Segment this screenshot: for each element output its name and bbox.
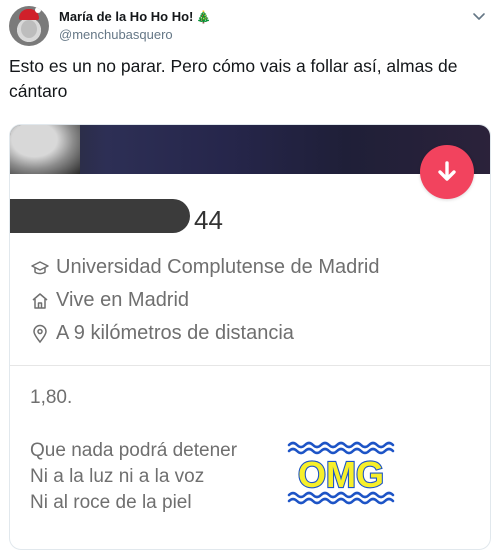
location-pin-icon — [33, 324, 47, 343]
profile-height: 1,80. — [30, 387, 73, 408]
photo-highlight — [10, 125, 80, 174]
bio-line: Ni a la luz ni a la voz — [30, 466, 205, 487]
sticker-text: OMG — [298, 454, 384, 495]
avatar[interactable] — [9, 6, 49, 46]
chevron-down-icon[interactable] — [471, 10, 487, 24]
info-row-university: Universidad Complutense de Madrid — [30, 256, 380, 279]
bio-line: Ni al roce de la piel — [30, 492, 192, 513]
display-name-text: María de la Ho Ho Ho! — [59, 9, 194, 24]
lives-in-text: Vive en Madrid — [56, 289, 190, 311]
distance-text: A 9 kilómetros de distancia — [56, 322, 294, 344]
profile-bio: Que nada podrá detener Ni a la luz ni a … — [30, 438, 237, 516]
home-icon — [32, 292, 48, 309]
profile-age: 44 — [194, 205, 223, 235]
profile-photo-strip — [10, 125, 490, 174]
info-row-location: Vive en Madrid — [30, 289, 189, 312]
tweet-header: María de la Ho Ho Ho! 🎄 @menchubasquero — [9, 6, 491, 46]
arrow-down-icon — [438, 161, 456, 181]
profile-card-image[interactable]: 44 Universidad Complutense de Madrid Viv… — [9, 124, 491, 550]
graduation-cap-icon — [31, 260, 49, 274]
display-name[interactable]: María de la Ho Ho Ho! 🎄 — [59, 9, 211, 24]
christmas-tree-icon: 🎄 — [196, 10, 212, 24]
collapse-profile-button[interactable] — [420, 145, 474, 199]
info-row-distance: A 9 kilómetros de distancia — [30, 322, 294, 345]
divider — [10, 365, 490, 366]
user-handle[interactable]: @menchubasquero — [59, 27, 173, 42]
bio-line: Que nada podrá detener — [30, 440, 238, 461]
avatar-face — [21, 20, 37, 38]
tweet-text: Esto es un no parar. Pero cómo vais a fo… — [9, 56, 458, 101]
name-redaction — [10, 199, 190, 233]
hat-pompom — [35, 7, 41, 13]
omg-sticker-icon: OMG — [287, 441, 395, 505]
university-text: Universidad Complutense de Madrid — [56, 256, 380, 278]
